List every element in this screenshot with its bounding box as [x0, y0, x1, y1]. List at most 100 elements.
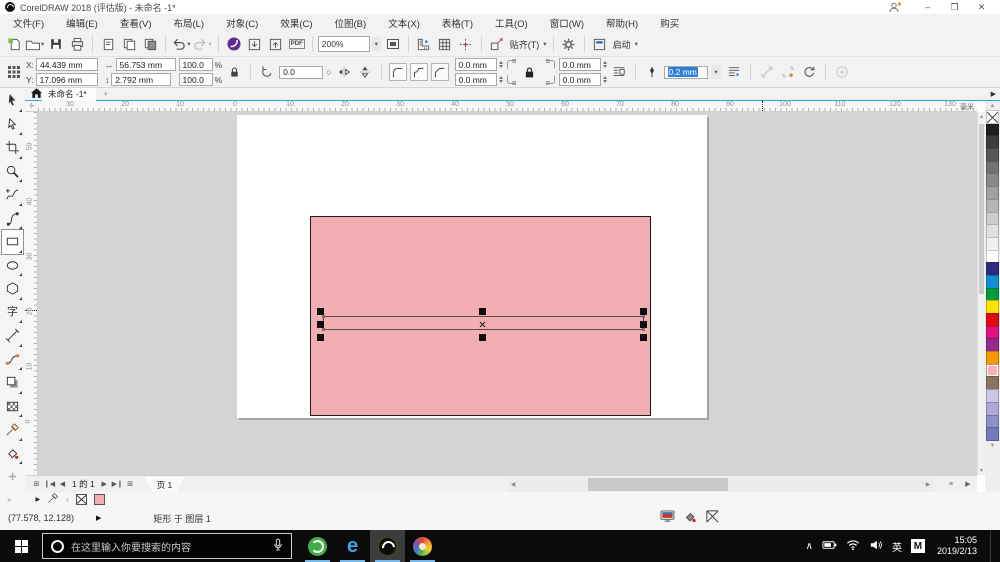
- palette-color-swatch[interactable]: [986, 313, 999, 327]
- last-page-icon[interactable]: ▶❙: [111, 480, 124, 488]
- copy-button[interactable]: [119, 34, 139, 54]
- palette-expand-icon[interactable]: ▶: [961, 477, 975, 491]
- palette-color-swatch[interactable]: [986, 198, 999, 213]
- menu-item[interactable]: 表格(T): [431, 16, 484, 30]
- selection-handle[interactable]: [640, 321, 647, 328]
- selection-center-marker[interactable]: [479, 320, 486, 330]
- new-document-button[interactable]: [4, 34, 24, 54]
- palette-color-swatch[interactable]: [986, 160, 999, 175]
- minimize-button[interactable]: –: [914, 1, 941, 14]
- scalloped-corner-button[interactable]: [409, 63, 428, 81]
- next-page-icon[interactable]: ▶: [98, 480, 111, 488]
- snap-to-icon[interactable]: [487, 34, 507, 54]
- taskbar-app-paint[interactable]: [405, 530, 440, 562]
- menu-item[interactable]: 位图(B): [324, 16, 378, 30]
- selection-handle[interactable]: [640, 308, 647, 315]
- fill-color-indicator[interactable]: [683, 510, 697, 526]
- close-button[interactable]: ✕: [968, 1, 995, 14]
- outline-width-combo[interactable]: 0.2 mm: [663, 65, 708, 79]
- shape-tool[interactable]: [2, 113, 23, 137]
- paste-button[interactable]: [140, 34, 160, 54]
- ime-icon[interactable]: M: [910, 539, 925, 553]
- selection-handle[interactable]: [317, 334, 324, 341]
- cut-button[interactable]: [98, 34, 118, 54]
- corner-node[interactable]: [322, 328, 325, 331]
- menu-item[interactable]: 编辑(E): [55, 16, 109, 30]
- add-page-end-icon[interactable]: ⊞: [124, 480, 137, 488]
- bezier-tool[interactable]: [2, 207, 23, 231]
- mirror-horizontal-icon[interactable]: [335, 63, 353, 81]
- first-page-icon[interactable]: ❙◀: [43, 480, 56, 488]
- taskbar-search-box[interactable]: 在这里输入你要搜索的内容: [42, 533, 292, 559]
- start-button[interactable]: [0, 530, 42, 562]
- display-color-settings-icon[interactable]: [660, 510, 675, 525]
- zoom-tool[interactable]: [2, 160, 23, 184]
- menu-item[interactable]: 效果(C): [269, 16, 323, 30]
- polygon-tool[interactable]: [2, 277, 23, 301]
- zoom-level-dropdown-icon[interactable]: ▾: [370, 37, 382, 51]
- crop-tool[interactable]: [2, 136, 23, 160]
- x-position-field[interactable]: 44.439 mm: [36, 58, 99, 71]
- dimension-tool[interactable]: [2, 324, 23, 348]
- connector-tool[interactable]: [2, 348, 23, 372]
- show-rulers-button[interactable]: [414, 34, 434, 54]
- corner-node[interactable]: [642, 315, 645, 318]
- freehand-tool[interactable]: [2, 183, 23, 207]
- palette-color-swatch[interactable]: [986, 338, 999, 353]
- menu-item[interactable]: 对象(C): [215, 16, 269, 30]
- wrap-paragraph-icon[interactable]: [725, 63, 743, 81]
- zoom-level-combo[interactable]: 200%: [317, 36, 370, 52]
- export-button[interactable]: [266, 34, 286, 54]
- open-dropdown-icon[interactable]: ▾: [41, 40, 44, 48]
- account-icon[interactable]: [888, 1, 902, 13]
- welcome-screen-button[interactable]: [224, 34, 244, 54]
- show-grid-button[interactable]: [435, 34, 455, 54]
- selection-handle[interactable]: [479, 308, 486, 315]
- outline-color-indicator[interactable]: [705, 509, 720, 526]
- undo-button[interactable]: ▾: [171, 34, 191, 54]
- palette-color-swatch[interactable]: [986, 274, 999, 289]
- vertical-scrollbar[interactable]: ▲ ▼: [977, 112, 985, 475]
- snap-to-dropdown-icon[interactable]: ▾: [543, 40, 546, 48]
- collapse-swatch-icon[interactable]: ‹: [66, 495, 69, 504]
- eyedropper-status-icon[interactable]: [47, 492, 59, 506]
- palette-color-swatch[interactable]: [986, 211, 999, 226]
- new-document-tab-button[interactable]: +: [96, 89, 116, 99]
- convert-to-curves-icon[interactable]: [800, 63, 818, 81]
- palette-color-swatch[interactable]: [986, 351, 999, 365]
- palette-color-swatch[interactable]: [986, 287, 999, 302]
- chamfered-corner-button[interactable]: [430, 63, 449, 81]
- snap-to-label[interactable]: 贴齐(T): [510, 38, 540, 51]
- outline-width-dropdown-icon[interactable]: ▾: [710, 65, 722, 79]
- menu-item[interactable]: 查看(V): [109, 16, 163, 30]
- palette-color-swatch[interactable]: [986, 186, 999, 200]
- ruler-origin-icon[interactable]: ✛: [25, 101, 38, 112]
- open-button[interactable]: ▾: [25, 34, 45, 54]
- taskbar-clock[interactable]: 15:05 2019/2/13: [937, 535, 977, 557]
- text-tool[interactable]: 字: [2, 301, 23, 325]
- style-flyout-icon[interactable]: ▶: [35, 496, 40, 503]
- add-page-start-icon[interactable]: ⊞: [30, 480, 43, 488]
- mirror-vertical-icon[interactable]: [356, 63, 374, 81]
- palette-color-swatch[interactable]: [986, 376, 999, 391]
- corner-lock-icon[interactable]: [521, 63, 539, 81]
- palette-color-swatch[interactable]: [986, 427, 999, 441]
- palette-color-swatch[interactable]: [986, 389, 999, 403]
- ellipse-tool[interactable]: [2, 254, 23, 278]
- more-tool[interactable]: [2, 465, 23, 489]
- rectangle-tool[interactable]: [1, 229, 24, 255]
- lock-ratio-icon[interactable]: [225, 63, 243, 81]
- pick-tool[interactable]: [2, 89, 23, 113]
- selection-handle[interactable]: [317, 308, 324, 315]
- menu-item[interactable]: 布局(L): [162, 16, 215, 30]
- import-button[interactable]: [245, 34, 265, 54]
- restore-button[interactable]: ❐: [941, 1, 968, 14]
- palette-color-swatch[interactable]: [986, 300, 999, 314]
- palette-no-color-swatch[interactable]: [986, 110, 999, 124]
- docker-collapse-icon[interactable]: ▶: [991, 90, 996, 98]
- scroll-down-icon[interactable]: ▼: [978, 466, 985, 475]
- menu-item[interactable]: 文件(F): [2, 16, 55, 30]
- launcher-dropdown-icon[interactable]: ▾: [635, 40, 638, 48]
- palette-options-icon[interactable]: ≡: [944, 477, 958, 491]
- corner-radius-tr-field[interactable]: 0.0 mm: [558, 58, 601, 71]
